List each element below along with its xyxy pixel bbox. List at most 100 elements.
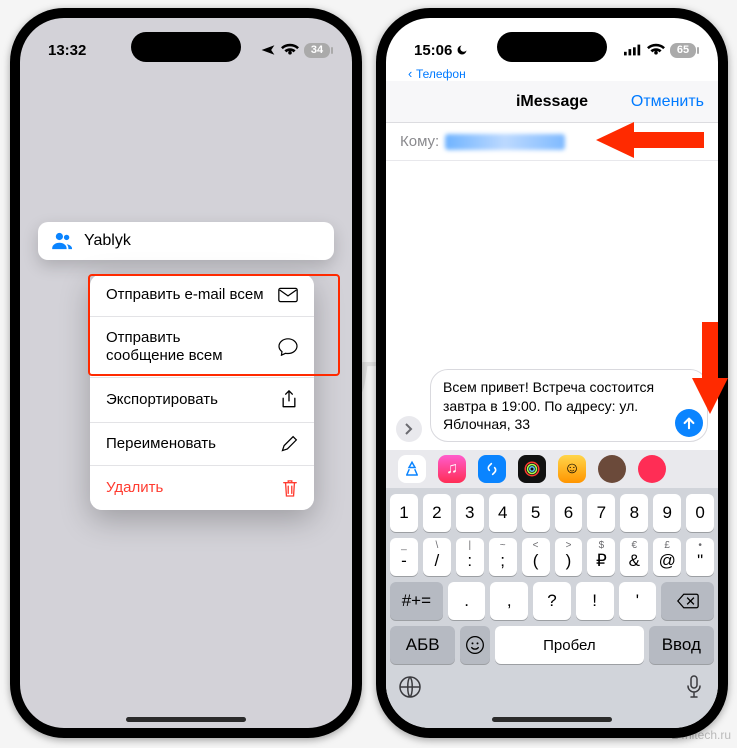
battery-badge: 34 — [304, 43, 330, 58]
compose-bar: Всем привет! Встреча состоится завтра в … — [386, 369, 718, 448]
menu-message-all[interactable]: Отправить сообщение всем — [90, 317, 314, 378]
key-sym-2[interactable]: |: — [456, 538, 484, 576]
contacts-group-chip[interactable]: Yablyk — [38, 222, 334, 260]
key-sym-0[interactable]: _- — [390, 538, 418, 576]
key-5[interactable]: 5 — [522, 494, 550, 532]
airplane-icon — [260, 43, 276, 57]
menu-item-label: Переименовать — [106, 435, 216, 453]
annotation-arrow — [688, 322, 732, 414]
key-1[interactable]: 1 — [390, 494, 418, 532]
back-label: Телефон — [416, 67, 466, 81]
key-period[interactable]: . — [448, 582, 486, 620]
shazam-icon[interactable] — [478, 455, 506, 483]
status-time: 13:32 — [48, 42, 86, 59]
key-sym-5[interactable]: >) — [555, 538, 583, 576]
to-label: Кому: — [400, 133, 439, 150]
message-text: Всем привет! Встреча состоится завтра в … — [443, 379, 654, 431]
phone-left: 13:32 34 Yablyk Отправить e-mail всем От… — [10, 8, 362, 738]
menu-item-label: Экспортировать — [106, 391, 218, 409]
menu-item-label: Удалить — [106, 479, 163, 497]
cancel-button[interactable]: Отменить — [631, 93, 704, 111]
avatar-sticker-icon[interactable] — [598, 455, 626, 483]
memoji-icon[interactable]: ☺ — [558, 455, 586, 483]
globe-icon — [398, 675, 422, 699]
context-menu: Отправить e-mail всем Отправить сообщени… — [90, 274, 314, 510]
key-7[interactable]: 7 — [587, 494, 615, 532]
key-sym-1[interactable]: \/ — [423, 538, 451, 576]
menu-item-label: Отправить сообщение всем — [106, 329, 223, 365]
key-sym-7[interactable]: €& — [620, 538, 648, 576]
nav-title: iMessage — [516, 93, 588, 111]
key-sym-4[interactable]: <( — [522, 538, 550, 576]
keyboard: 1234567890 _-\/|:~;<(>)$₽€&£@•" #+= . , … — [386, 488, 718, 728]
mic-icon — [685, 675, 703, 699]
trash-icon — [282, 478, 298, 498]
home-indicator[interactable] — [492, 717, 612, 722]
key-symbols[interactable]: #+= — [390, 582, 443, 620]
screen-left: 13:32 34 Yablyk Отправить e-mail всем От… — [20, 18, 352, 728]
key-sym-6[interactable]: $₽ — [587, 538, 615, 576]
back-link[interactable]: ‹ Телефон — [386, 66, 718, 81]
menu-email-all[interactable]: Отправить e-mail всем — [90, 274, 314, 317]
emoji-icon — [465, 635, 485, 655]
chat-bubble-icon — [278, 338, 298, 356]
message-input[interactable]: Всем привет! Встреча состоится завтра в … — [430, 369, 708, 442]
recipient-token-blurred[interactable] — [445, 134, 565, 150]
key-comma[interactable]: , — [490, 582, 528, 620]
moon-icon — [456, 44, 468, 56]
key-9[interactable]: 9 — [653, 494, 681, 532]
wifi-icon — [647, 43, 665, 57]
key-space[interactable]: Пробел — [495, 626, 644, 664]
status-time: 15:06 — [414, 43, 452, 58]
menu-item-label: Отправить e-mail всем — [106, 286, 264, 304]
dictation-button[interactable] — [680, 673, 708, 701]
apps-toggle-button[interactable] — [396, 416, 422, 442]
key-apostrophe[interactable]: ' — [619, 582, 657, 620]
keyboard-bottom-row — [390, 670, 714, 702]
wifi-icon — [281, 43, 299, 57]
globe-button[interactable] — [396, 673, 424, 701]
mail-icon — [278, 287, 298, 303]
key-row-1: 1234567890 — [390, 494, 714, 532]
key-row-2: _-\/|:~;<(>)$₽€&£@•" — [390, 538, 714, 576]
key-row-3: #+= . , ? ! ' — [390, 582, 714, 620]
key-sym-8[interactable]: £@ — [653, 538, 681, 576]
key-question[interactable]: ? — [533, 582, 571, 620]
fitness-icon[interactable] — [518, 455, 546, 483]
imessage-app-strip[interactable]: ♫ ☺ — [386, 450, 718, 488]
key-sym-3[interactable]: ~; — [489, 538, 517, 576]
key-4[interactable]: 4 — [489, 494, 517, 532]
key-exclaim[interactable]: ! — [576, 582, 614, 620]
chevron-right-icon — [403, 423, 415, 435]
key-backspace[interactable] — [661, 582, 714, 620]
key-enter[interactable]: Ввод — [649, 626, 714, 664]
key-emoji[interactable] — [460, 626, 490, 664]
dynamic-island — [131, 32, 241, 62]
annotation-arrow — [596, 118, 706, 162]
backspace-icon — [677, 593, 699, 609]
battery-badge: 65 — [670, 43, 696, 58]
people-icon — [52, 232, 74, 250]
music-icon[interactable]: ♫ — [438, 455, 466, 483]
menu-export[interactable]: Экспортировать — [90, 378, 314, 423]
nav-bar: iMessage Отменить — [386, 81, 718, 123]
arrow-up-icon — [682, 416, 696, 430]
menu-rename[interactable]: Переименовать — [90, 423, 314, 466]
key-2[interactable]: 2 — [423, 494, 451, 532]
share-icon — [280, 390, 298, 410]
menu-delete[interactable]: Удалить — [90, 466, 314, 510]
key-8[interactable]: 8 — [620, 494, 648, 532]
app-store-icon[interactable] — [398, 455, 426, 483]
pencil-icon — [280, 435, 298, 453]
key-3[interactable]: 3 — [456, 494, 484, 532]
sticker-app-icon[interactable] — [638, 455, 666, 483]
contacts-group-name: Yablyk — [84, 232, 131, 250]
cellular-icon — [624, 44, 642, 56]
key-sym-9[interactable]: •" — [686, 538, 714, 576]
key-6[interactable]: 6 — [555, 494, 583, 532]
key-0[interactable]: 0 — [686, 494, 714, 532]
key-row-4: АБВ Пробел Ввод — [390, 626, 714, 664]
key-abc[interactable]: АБВ — [390, 626, 455, 664]
dynamic-island — [497, 32, 607, 62]
home-indicator[interactable] — [126, 717, 246, 722]
